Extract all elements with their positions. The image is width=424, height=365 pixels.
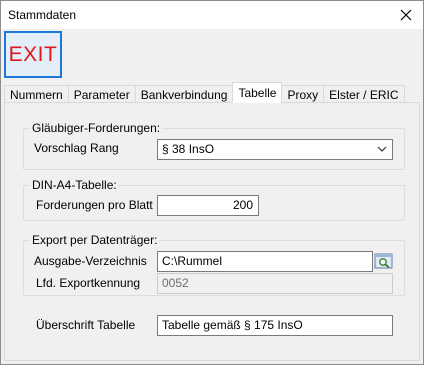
tab-parameter[interactable]: Parameter (67, 85, 136, 103)
glaeubiger-legend: Gläubiger-Forderungen: (30, 121, 163, 135)
ueberschrift-tabelle-input[interactable]: Tabelle gemäß § 175 InsO (157, 315, 393, 336)
stammdaten-window: Stammdaten EXIT Nummern Parameter Bankve… (0, 0, 424, 365)
folder-search-icon (374, 253, 393, 269)
tab-elster-eric[interactable]: Elster / ERIC (323, 85, 405, 103)
chevron-down-icon (377, 146, 387, 152)
close-button[interactable] (389, 1, 423, 29)
export-legend: Export per Datenträger: (30, 233, 160, 247)
vorschlag-rang-value: § 38 InsO (162, 142, 215, 156)
toolbar: EXIT (1, 29, 423, 81)
tab-bankverbindung[interactable]: Bankverbindung (134, 85, 234, 103)
forderungen-pro-blatt-input[interactable]: 200 (157, 195, 259, 216)
tab-proxy[interactable]: Proxy (281, 85, 325, 103)
tab-nummern[interactable]: Nummern (4, 85, 69, 103)
vorschlag-rang-select[interactable]: § 38 InsO (157, 139, 393, 160)
title-bar: Stammdaten (1, 1, 423, 29)
browse-folder-button[interactable] (374, 251, 394, 271)
din-legend: DIN-A4-Tabelle: (30, 178, 119, 192)
tab-tabelle[interactable]: Tabelle (232, 82, 283, 103)
forderungen-pro-blatt-label: Forderungen pro Blatt (36, 198, 153, 212)
tab-strip: Nummern Parameter Bankverbindung Tabelle… (4, 82, 405, 103)
ausgabe-verzeichnis-label: Ausgabe-Verzeichnis (34, 254, 147, 268)
vorschlag-rang-label: Vorschlag Rang (34, 141, 119, 155)
close-icon (400, 9, 412, 21)
exit-button[interactable]: EXIT (4, 31, 62, 78)
exportkennung-label: Lfd. Exportkennung (36, 276, 141, 290)
ueberschrift-tabelle-label: Überschrift Tabelle (36, 318, 136, 332)
exportkennung-input: 0052 (157, 273, 393, 294)
tab-panel-tabelle: Gläubiger-Forderungen: Vorschlag Rang § … (4, 102, 420, 361)
window-title: Stammdaten (8, 8, 77, 22)
ausgabe-verzeichnis-input[interactable]: C:\Rummel (157, 251, 373, 272)
